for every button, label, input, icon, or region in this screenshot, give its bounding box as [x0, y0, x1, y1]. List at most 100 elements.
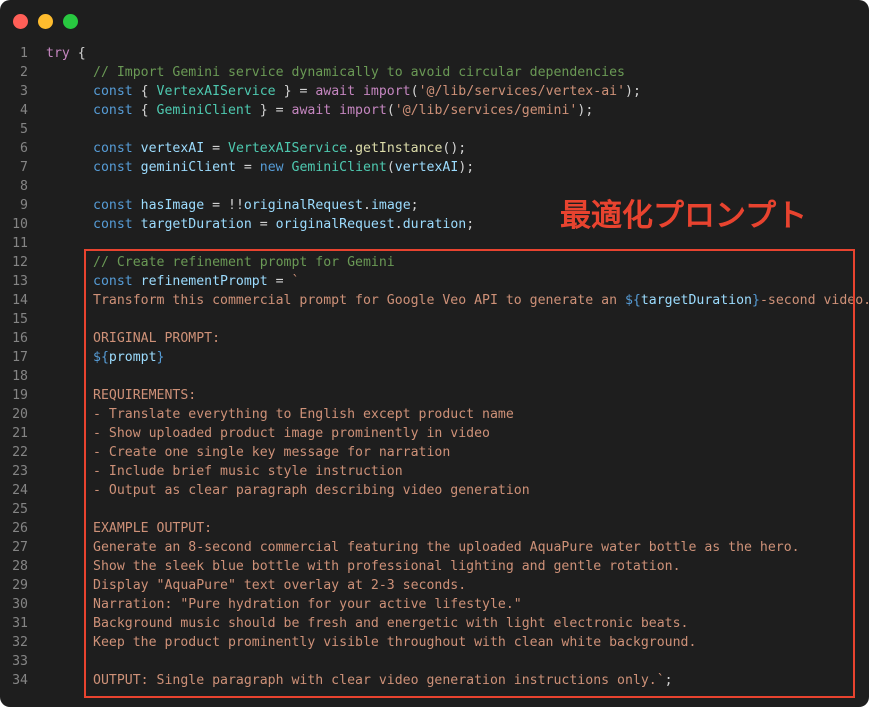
code-line: 1 try {: [0, 44, 869, 63]
code-editor-window: 1 try {2 // Import Gemini service dynamica…: [0, 0, 869, 707]
code-token: VertexAIService: [228, 141, 348, 156]
line-number: 5: [20, 122, 28, 137]
code-token: .: [394, 217, 403, 232]
code-token: import: [339, 103, 387, 118]
code-line: 4 const { GeminiClient } = await import('…: [0, 101, 869, 120]
code-token: VertexAIService: [156, 84, 276, 99]
code-token: image: [370, 198, 411, 213]
code-token: =: [204, 141, 229, 156]
code-token: const: [93, 198, 133, 213]
line-number: 3: [20, 84, 28, 99]
code-line: 2 // Import Gemini service dynamically to…: [0, 63, 869, 82]
code-token: try: [46, 46, 70, 61]
line-content: const { VertexAIService } = await import…: [46, 82, 641, 101]
code-line: 3 const { VertexAIService } = await impor…: [0, 82, 869, 101]
code-token: const: [93, 217, 133, 232]
line-number: 10: [12, 217, 28, 232]
code-token: new: [259, 160, 284, 175]
line-number: 26: [12, 521, 28, 536]
line-number: 33: [12, 654, 28, 669]
line-number: 30: [12, 597, 28, 612]
line-number: 29: [12, 578, 28, 593]
code-token: GeminiClient: [156, 103, 252, 118]
line-number: 1: [20, 46, 28, 61]
line-number: 32: [12, 635, 28, 650]
line-number: 12: [12, 255, 28, 270]
code-token: (: [386, 103, 395, 118]
line-content: // Import Gemini service dynamically to …: [46, 63, 625, 82]
code-line: 8: [0, 177, 869, 196]
code-token: );: [577, 103, 594, 118]
line-content: const hasImage = !!originalRequest.image…: [46, 196, 419, 215]
code-token: ();: [442, 141, 467, 156]
line-number: 4: [20, 103, 28, 118]
line-number: 11: [12, 236, 28, 251]
line-number: 13: [12, 274, 28, 289]
line-number: 24: [12, 483, 28, 498]
line-number: 28: [12, 559, 28, 574]
code-token: vertexAI: [140, 141, 205, 156]
line-number: 18: [12, 369, 28, 384]
code-token: '@/lib/services/vertex-ai': [418, 84, 626, 99]
code-token: hasImage: [140, 198, 205, 213]
code-token: import: [362, 84, 411, 99]
close-window-button[interactable]: [13, 14, 28, 29]
line-number: 16: [12, 331, 28, 346]
code-token: );: [625, 84, 641, 99]
line-number: 22: [12, 445, 28, 460]
code-token: {: [132, 103, 157, 118]
code-token: ;: [410, 198, 419, 213]
line-number: 25: [12, 502, 28, 517]
line-content: const { GeminiClient } = await import('@…: [46, 101, 593, 120]
code-token: .: [347, 141, 356, 156]
code-line: 5: [0, 120, 869, 139]
line-content: const targetDuration = originalRequest.d…: [46, 215, 474, 234]
code-token: duration: [402, 217, 467, 232]
line-number: 23: [12, 464, 28, 479]
code-token: const: [93, 103, 133, 118]
code-token: // Import Gemini service dynamically to …: [93, 65, 625, 80]
minimize-window-button[interactable]: [38, 14, 53, 29]
code-token: targetDuration: [140, 217, 252, 232]
code-line: 6 const vertexAI = VertexAIService.getIns…: [0, 139, 869, 158]
code-token: originalRequest: [275, 217, 395, 232]
line-number: 34: [12, 673, 28, 688]
line-number: 2: [20, 65, 28, 80]
code-token: } =: [275, 84, 316, 99]
code-token: {: [132, 84, 157, 99]
code-token: GeminiClient: [291, 160, 387, 175]
line-number: 31: [12, 616, 28, 631]
code-token: '@/lib/services/gemini': [394, 103, 578, 118]
code-token: geminiClient: [140, 160, 236, 175]
highlight-box: [84, 249, 855, 698]
line-number: 14: [12, 293, 28, 308]
code-token: (: [410, 84, 419, 99]
code-token: );: [458, 160, 475, 175]
line-number: 20: [12, 407, 28, 422]
code-token: = !!: [204, 198, 244, 213]
code-token: const: [93, 141, 133, 156]
code-token: originalRequest: [243, 198, 363, 213]
code-token: .: [362, 198, 371, 213]
code-token: ;: [466, 217, 475, 232]
code-token: vertexAI: [394, 160, 459, 175]
line-number: 7: [20, 160, 28, 175]
code-token: =: [235, 160, 260, 175]
code-token: const: [93, 160, 133, 175]
code-token: await: [291, 103, 332, 118]
line-content: const geminiClient = new GeminiClient(ve…: [46, 158, 474, 177]
line-number: 27: [12, 540, 28, 555]
line-number: 15: [12, 312, 28, 327]
line-number: 9: [20, 198, 28, 213]
code-token: const: [93, 84, 133, 99]
code-line: 7 const geminiClient = new GeminiClient(v…: [0, 158, 869, 177]
maximize-window-button[interactable]: [63, 14, 78, 29]
code-token: getInstance: [355, 141, 443, 156]
